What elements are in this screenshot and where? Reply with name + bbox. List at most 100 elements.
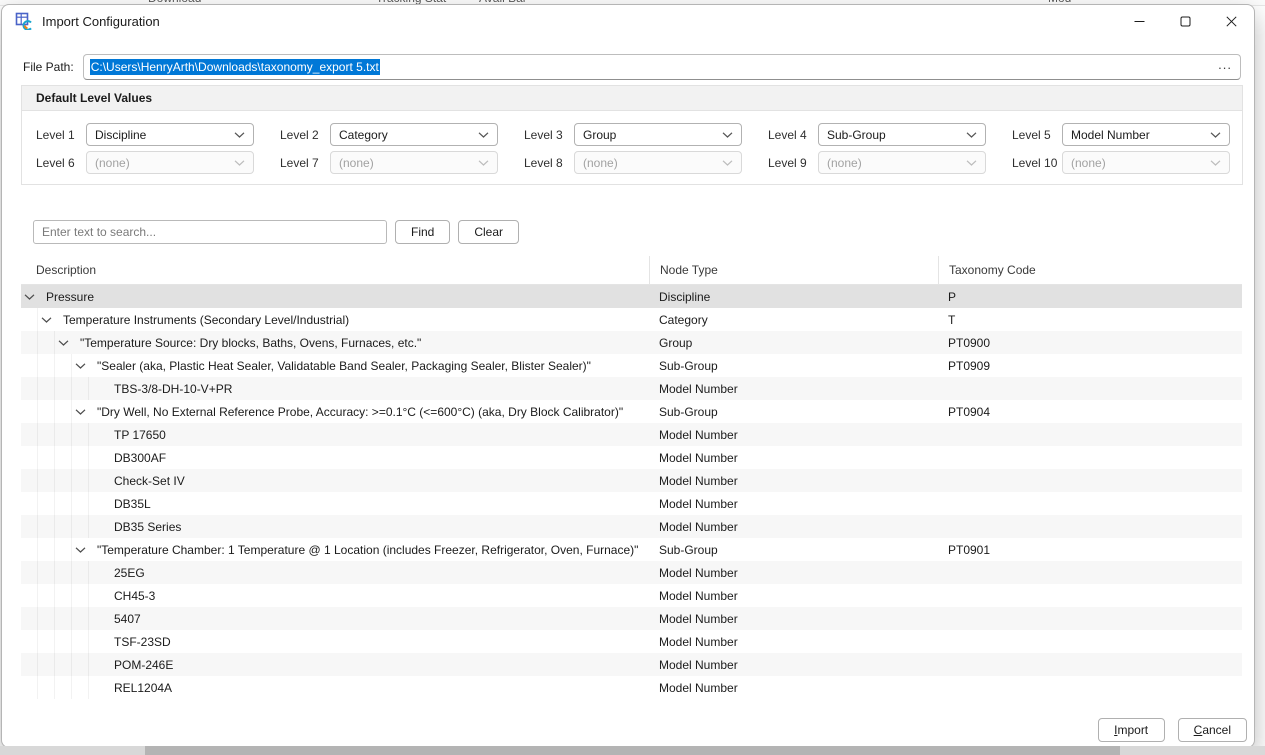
chevron-down-icon[interactable]	[72, 354, 88, 377]
level-5-dropdown[interactable]: Model Number	[1062, 123, 1230, 146]
indent-guide	[55, 515, 72, 538]
search-input[interactable]	[33, 220, 387, 244]
node-type-cell: Model Number	[649, 681, 938, 695]
table-row[interactable]: "Temperature Source: Dry blocks, Baths, …	[21, 331, 1242, 354]
indent-guide	[38, 446, 55, 469]
indent-guide	[72, 492, 89, 515]
level-label: Level 8	[524, 156, 574, 170]
table-row[interactable]: DB35LModel Number	[21, 492, 1242, 515]
chevron-down-icon	[966, 132, 977, 138]
indent-guide	[38, 584, 55, 607]
column-header-taxonomy-code[interactable]: Taxonomy Code	[938, 256, 1242, 284]
level-7-field: Level 7(none)	[280, 151, 498, 174]
indent-guide	[21, 400, 38, 423]
column-header-node-type[interactable]: Node Type	[649, 256, 938, 284]
table-row[interactable]: POM-246EModel Number	[21, 653, 1242, 676]
row-description: POM-246E	[114, 658, 173, 672]
indent-guide	[21, 630, 38, 653]
row-description: REL1204A	[114, 681, 172, 695]
level-2-dropdown[interactable]: Category	[330, 123, 498, 146]
indent-guide	[55, 377, 72, 400]
chevron-spacer	[89, 561, 105, 584]
indent-guide	[21, 446, 38, 469]
taxonomy-tree-table: Description Node Type Taxonomy Code Pres…	[21, 256, 1242, 699]
minimize-button[interactable]	[1116, 5, 1162, 37]
indent-guide	[38, 400, 55, 423]
indent-guide	[21, 607, 38, 630]
cancel-button[interactable]: Cancel	[1178, 718, 1247, 742]
taxonomy-code-cell: PT0900	[938, 336, 1242, 350]
chevron-down-icon[interactable]	[38, 308, 54, 331]
table-row[interactable]: TSF-23SDModel Number	[21, 630, 1242, 653]
chevron-down-icon[interactable]	[72, 400, 88, 423]
indent-guide	[38, 423, 55, 446]
indent-guide	[72, 584, 89, 607]
indent-guide	[21, 515, 38, 538]
description-cell: Temperature Instruments (Secondary Level…	[21, 308, 649, 331]
dropdown-selected-value: Model Number	[1071, 128, 1150, 142]
table-row[interactable]: REL1204A Model Number	[21, 676, 1242, 699]
chevron-down-icon[interactable]	[72, 538, 88, 561]
level-6-dropdown: (none)	[86, 151, 254, 174]
clear-button[interactable]: Clear	[458, 220, 519, 244]
level-9-dropdown: (none)	[818, 151, 986, 174]
table-row[interactable]: DB300AFModel Number	[21, 446, 1242, 469]
indent-guide	[55, 469, 72, 492]
table-row[interactable]: 25EGModel Number	[21, 561, 1242, 584]
import-button[interactable]: Import	[1098, 718, 1165, 742]
node-type-cell: Sub-Group	[649, 359, 938, 373]
indent-guide	[55, 354, 72, 377]
indent-guide	[72, 607, 89, 630]
background-bottom-strip	[0, 746, 1265, 755]
level-8-dropdown: (none)	[574, 151, 742, 174]
dropdown-selected-value: Sub-Group	[827, 128, 886, 142]
file-path-input[interactable]: C:\Users\HenryArth\Downloads\taxonomy_ex…	[83, 54, 1241, 80]
table-row[interactable]: DB35 SeriesModel Number	[21, 515, 1242, 538]
table-row[interactable]: "Sealer (aka, Plastic Heat Sealer, Valid…	[21, 354, 1242, 377]
chevron-down-icon	[966, 160, 977, 166]
description-cell: 25EG	[21, 561, 649, 584]
indent-guide	[38, 492, 55, 515]
maximize-button[interactable]	[1162, 5, 1208, 37]
indent-guide	[55, 423, 72, 446]
node-type-cell: Model Number	[649, 589, 938, 603]
chevron-spacer	[89, 377, 105, 400]
table-row[interactable]: 5407Model Number	[21, 607, 1242, 630]
node-type-cell: Model Number	[649, 428, 938, 442]
chevron-spacer	[89, 446, 105, 469]
dropdown-selected-value: (none)	[95, 156, 130, 170]
table-row[interactable]: TP 17650Model Number	[21, 423, 1242, 446]
chevron-down-icon[interactable]	[55, 331, 71, 354]
row-description: "Sealer (aka, Plastic Heat Sealer, Valid…	[97, 359, 591, 373]
chevron-down-icon[interactable]	[21, 285, 37, 308]
level-label: Level 2	[280, 128, 330, 142]
table-row[interactable]: Temperature Instruments (Secondary Level…	[21, 308, 1242, 331]
table-row[interactable]: Check-Set IVModel Number	[21, 469, 1242, 492]
indent-guide	[21, 561, 38, 584]
column-header-description[interactable]: Description	[21, 256, 649, 284]
row-description: TSF-23SD	[114, 635, 171, 649]
find-button[interactable]: Find	[395, 220, 450, 244]
indent-guide	[38, 331, 55, 354]
description-cell: "Sealer (aka, Plastic Heat Sealer, Valid…	[21, 354, 649, 377]
level-1-field: Level 1Discipline	[36, 123, 254, 146]
browse-button[interactable]: ...	[1218, 57, 1232, 72]
chevron-down-icon	[1210, 132, 1221, 138]
level-4-dropdown[interactable]: Sub-Group	[818, 123, 986, 146]
indent-guide	[38, 538, 55, 561]
table-row[interactable]: "Dry Well, No External Reference Probe, …	[21, 400, 1242, 423]
import-configuration-dialog: Import Configuration File Path: C:\Users…	[1, 4, 1255, 748]
level-label: Level 10	[1012, 156, 1062, 170]
close-button[interactable]	[1208, 5, 1254, 37]
node-type-cell: Model Number	[649, 566, 938, 580]
level-label: Level 7	[280, 156, 330, 170]
level-7-dropdown: (none)	[330, 151, 498, 174]
level-1-dropdown[interactable]: Discipline	[86, 123, 254, 146]
level-3-dropdown[interactable]: Group	[574, 123, 742, 146]
table-row[interactable]: TBS-3/8-DH-10-V+PRModel Number	[21, 377, 1242, 400]
indent-guide	[72, 515, 89, 538]
table-row[interactable]: CH45-3Model Number	[21, 584, 1242, 607]
table-row[interactable]: "Temperature Chamber: 1 Temperature @ 1 …	[21, 538, 1242, 561]
table-row[interactable]: PressureDisciplineP	[21, 285, 1242, 308]
chevron-down-icon	[234, 160, 245, 166]
